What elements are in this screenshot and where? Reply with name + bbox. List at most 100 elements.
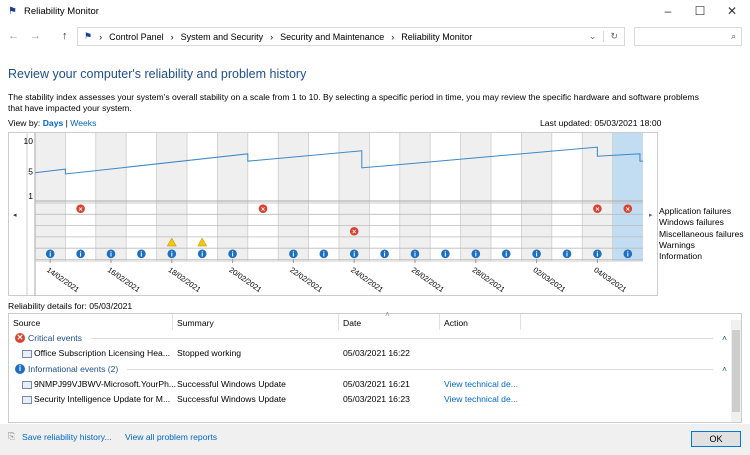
- info-icon: i: [15, 364, 25, 374]
- day-column[interactable]: [35, 133, 66, 261]
- icon-glyph: i: [444, 252, 446, 259]
- column-date[interactable]: Date: [343, 318, 361, 328]
- legend-misc-failures: Miscellaneous failures: [659, 228, 744, 239]
- breadcrumb-security-maintenance[interactable]: Security and Maintenance: [280, 32, 384, 42]
- scrollbar-thumb[interactable]: [732, 330, 740, 412]
- icon-glyph: ×: [626, 206, 630, 213]
- row-summary: Successful Windows Update: [177, 394, 286, 404]
- row-date: 05/03/2021 16:22: [343, 348, 410, 358]
- day-column[interactable]: [278, 133, 309, 261]
- x-tick-label: 18/02/2021: [167, 265, 203, 294]
- day-column[interactable]: [65, 133, 96, 261]
- group-title: Informational events (2): [28, 364, 119, 374]
- icon-glyph: ×: [79, 206, 83, 213]
- day-column[interactable]: [612, 133, 643, 261]
- icon-glyph: ×: [352, 229, 356, 236]
- column-action[interactable]: Action: [444, 318, 468, 328]
- icon-glyph: ×: [595, 206, 599, 213]
- x-tick-label: 04/03/2021: [592, 265, 628, 294]
- scroll-left-icon[interactable]: ◂: [13, 212, 17, 219]
- chart-svg[interactable]: 10 5 1 × × × × × i i i i i i i i i i i i i i i i i i i 14/02/2021 16…: [9, 133, 659, 297]
- breadcrumb-reliability-monitor[interactable]: Reliability Monitor: [401, 32, 472, 42]
- icon-glyph: i: [353, 252, 355, 259]
- page-title: Review your computer's reliability and p…: [8, 67, 307, 81]
- last-updated: Last updated: 05/03/2021 18:00: [540, 118, 662, 128]
- separator: |: [65, 118, 68, 128]
- app-icon: [22, 349, 32, 358]
- icon-glyph: i: [140, 252, 142, 259]
- icon-glyph: i: [110, 252, 112, 259]
- view-all-reports-link[interactable]: View all problem reports: [125, 432, 217, 442]
- up-button[interactable]: ↑: [62, 30, 68, 42]
- group-informational-events[interactable]: i Informational events (2) ˄: [15, 364, 727, 374]
- row-source: Office Subscription Licensing Hea...: [34, 348, 170, 358]
- group-critical-events[interactable]: ✕ Critical events ˄: [15, 333, 727, 343]
- ok-button[interactable]: OK: [691, 431, 741, 447]
- view-weeks-link[interactable]: Weeks: [70, 118, 96, 128]
- day-column[interactable]: [217, 133, 248, 261]
- scroll-right-icon[interactable]: ▸: [649, 212, 653, 219]
- icon-glyph: i: [171, 252, 173, 259]
- forward-button[interactable]: →: [30, 30, 41, 42]
- flag-icon: ⚑: [84, 31, 93, 41]
- footer: [0, 424, 750, 455]
- icon-glyph: ×: [261, 206, 265, 213]
- minimize-button[interactable]: –: [658, 4, 678, 18]
- day-column[interactable]: [95, 133, 127, 261]
- refresh-icon[interactable]: ↻: [603, 31, 624, 42]
- breadcrumb-control-panel[interactable]: Control Panel: [109, 32, 164, 42]
- back-button[interactable]: ←: [8, 30, 19, 42]
- reliability-chart[interactable]: 10 5 1 × × × × × i i i i i i i i i i i i i i i i i i i 14/02/2021 16…: [8, 132, 658, 296]
- view-technical-details-link[interactable]: View technical de...: [444, 394, 518, 404]
- address-bar[interactable]: ⚑ › Control Panel › System and Security …: [77, 27, 625, 46]
- view-days-link[interactable]: Days: [43, 118, 64, 128]
- table-row[interactable]: Security Intelligence Update for M...: [22, 394, 170, 404]
- column-summary[interactable]: Summary: [177, 318, 214, 328]
- app-icon: [22, 380, 32, 389]
- view-technical-details-link[interactable]: View technical de...: [444, 379, 518, 389]
- day-column[interactable]: [551, 133, 583, 261]
- day-column[interactable]: [247, 133, 279, 261]
- search-input[interactable]: ⌕: [634, 27, 742, 46]
- icon-glyph: i: [596, 252, 598, 259]
- icon-glyph: i: [232, 252, 234, 259]
- day-column[interactable]: [491, 133, 522, 261]
- table-row[interactable]: 9NMPJ99VJBWV-Microsoft.YourPh...: [22, 379, 176, 389]
- chevron-down-icon[interactable]: ⌄: [589, 31, 597, 42]
- legend-warnings: Warnings: [659, 239, 695, 250]
- error-icon: ✕: [15, 333, 25, 343]
- icon-glyph: i: [323, 252, 325, 259]
- day-column[interactable]: [399, 133, 431, 261]
- y-tick-label: 1: [28, 191, 33, 201]
- icon-glyph: i: [49, 252, 51, 259]
- x-tick-label: 14/02/2021: [45, 265, 81, 294]
- row-source: Security Intelligence Update for M...: [34, 394, 171, 404]
- search-icon: ⌕: [730, 31, 736, 41]
- window-title: Reliability Monitor: [24, 6, 99, 17]
- legend-application-failures: Application failures: [659, 206, 732, 216]
- save-icon: ⎘: [8, 431, 16, 441]
- view-by-label: View by:: [8, 118, 41, 128]
- day-column[interactable]: [126, 133, 157, 261]
- maximize-button[interactable]: ☐: [690, 4, 710, 18]
- icon-glyph: i: [201, 252, 203, 259]
- collapse-icon[interactable]: ˄: [722, 364, 727, 374]
- row-summary: Successful Windows Update: [177, 379, 286, 389]
- day-column[interactable]: [308, 133, 339, 261]
- breadcrumb-sep: ›: [170, 31, 174, 42]
- breadcrumb-sep: ›: [270, 31, 274, 42]
- x-tick-label: 20/02/2021: [227, 265, 263, 294]
- column-source[interactable]: Source: [13, 318, 40, 328]
- day-column[interactable]: [430, 133, 461, 261]
- table-row[interactable]: Office Subscription Licensing Hea...: [22, 348, 170, 358]
- x-tick-label: 28/02/2021: [471, 265, 507, 294]
- collapse-icon[interactable]: ˄: [722, 333, 727, 343]
- icon-glyph: i: [414, 252, 416, 259]
- day-column[interactable]: [369, 133, 400, 261]
- save-history-link[interactable]: Save reliability history...: [22, 432, 112, 442]
- group-title: Critical events: [28, 333, 82, 343]
- icon-glyph: i: [475, 252, 477, 259]
- day-column[interactable]: [460, 133, 491, 261]
- breadcrumb-system-security[interactable]: System and Security: [181, 32, 264, 42]
- close-button[interactable]: ✕: [722, 4, 742, 18]
